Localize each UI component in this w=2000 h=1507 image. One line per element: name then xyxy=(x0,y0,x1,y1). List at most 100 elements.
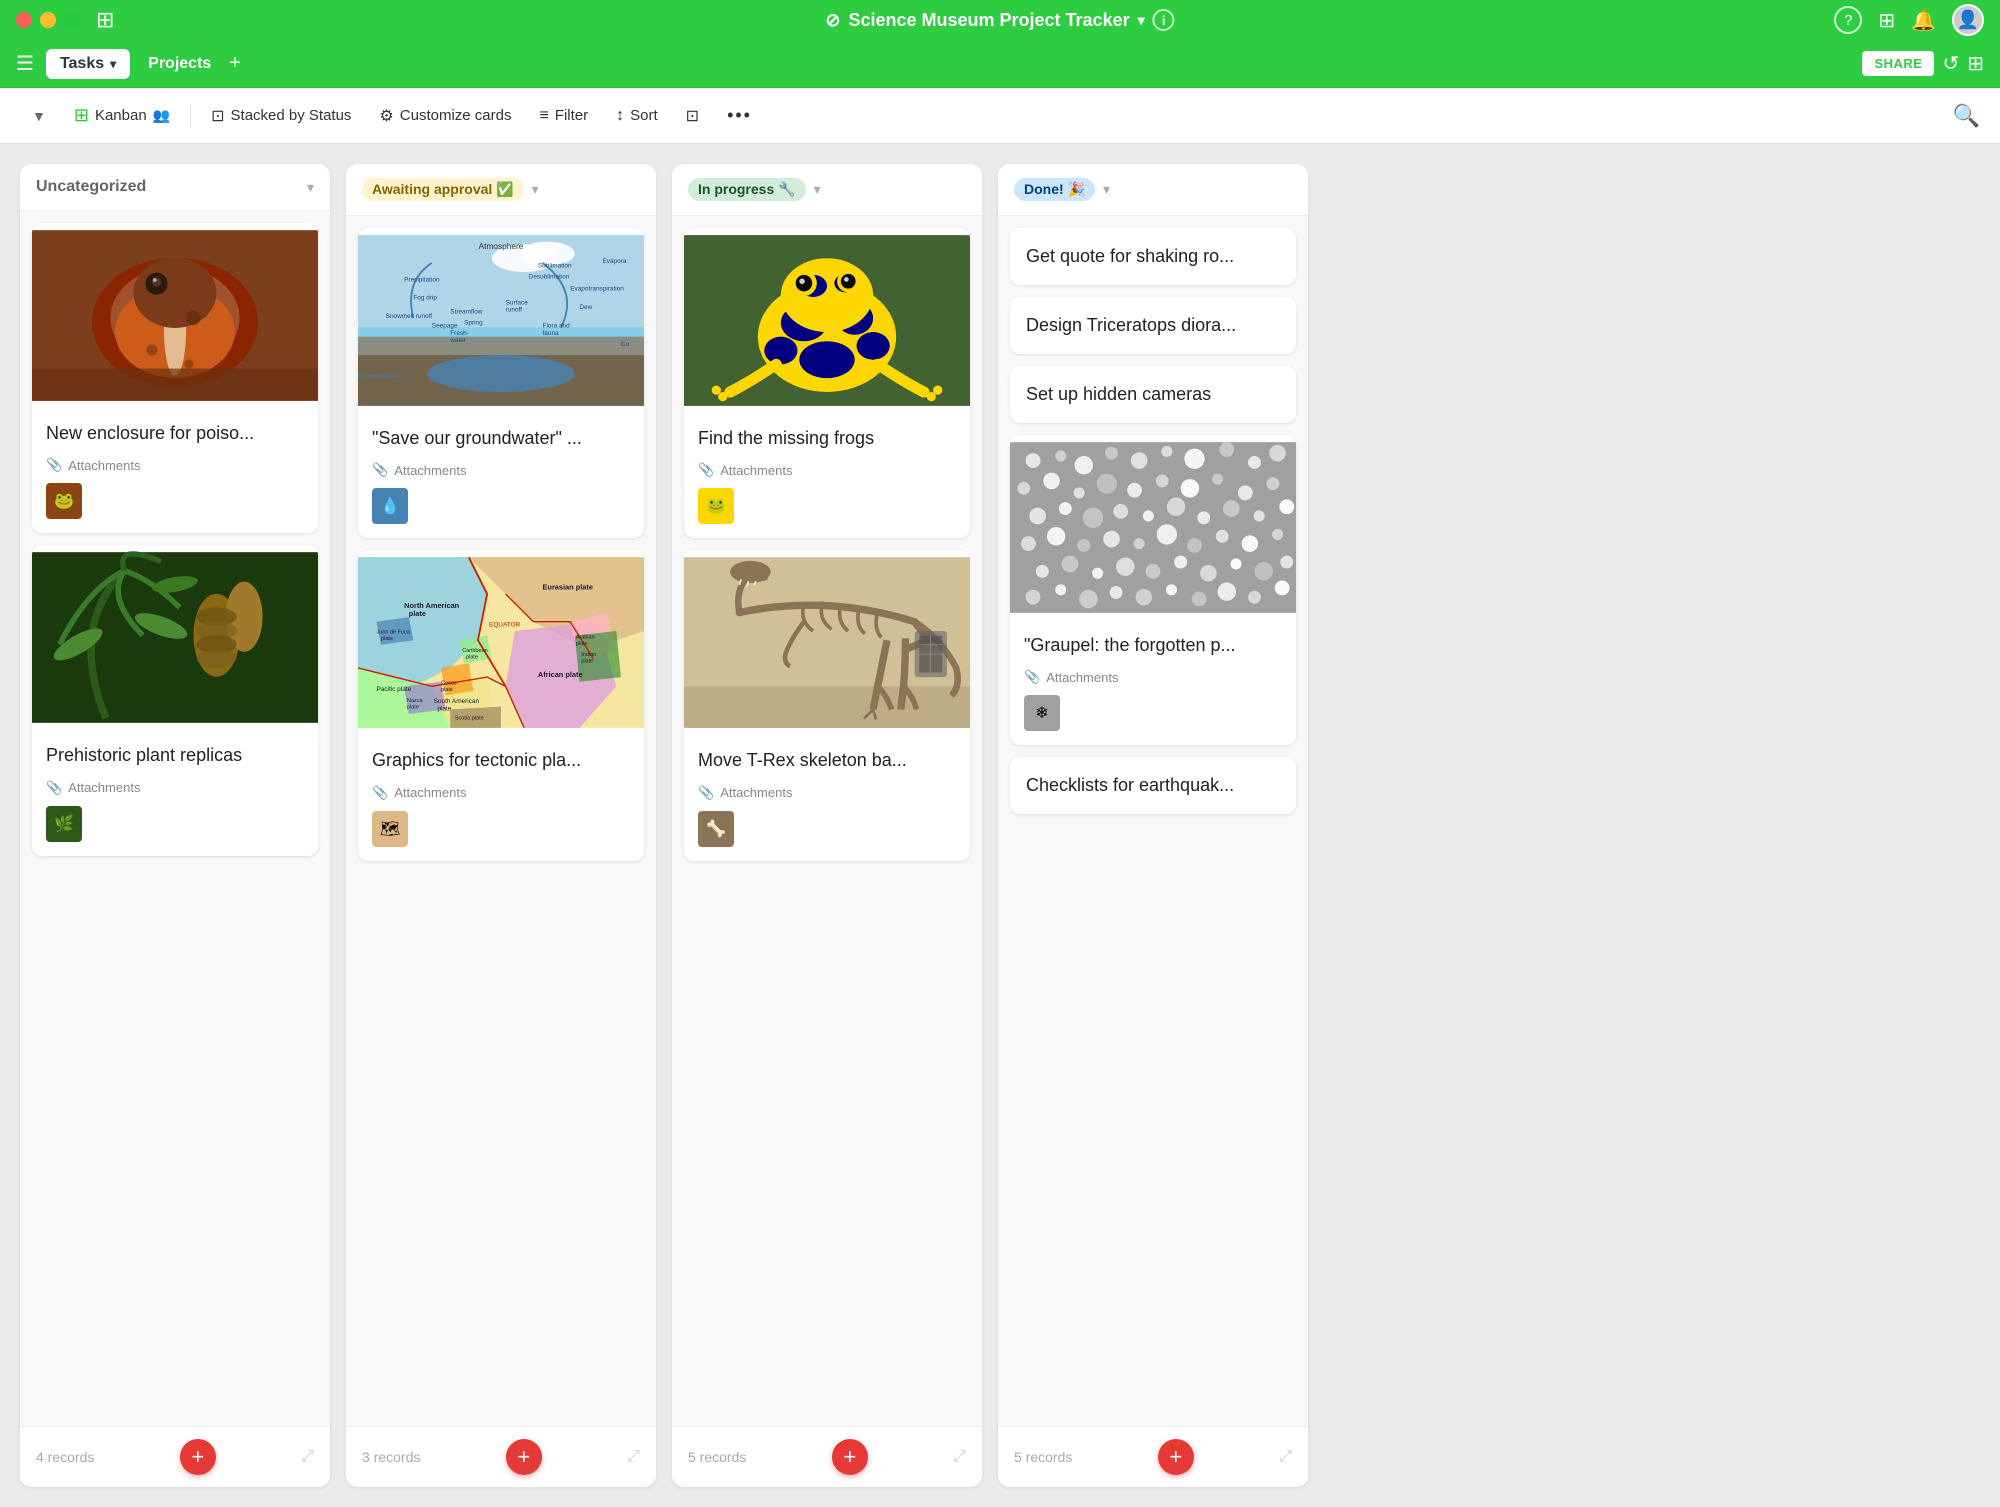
column-header-inprogress: In progress 🔧 ▾ xyxy=(672,164,982,216)
svg-text:Juan de Fuca: Juan de Fuca xyxy=(376,630,410,636)
awaiting-add-button[interactable]: + xyxy=(506,1439,542,1475)
card-shaking-ro[interactable]: Get quote for shaking ro... xyxy=(1010,228,1296,285)
attachment-icon: 📎 xyxy=(46,457,62,473)
attachment-icon-6: 📎 xyxy=(698,785,714,801)
card-new-enclosure[interactable]: New enclosure for poiso... 📎 Attachments… xyxy=(32,223,318,533)
svg-text:Scotia plate: Scotia plate xyxy=(455,716,484,722)
card-save-groundwater[interactable]: Atmosphere Precipitation Fog drip Snowme… xyxy=(358,228,644,538)
title-info-icon[interactable]: i xyxy=(1153,9,1175,31)
card-thumb-graupel: ❄ xyxy=(1024,695,1060,731)
notifications-icon[interactable]: 🔔 xyxy=(1911,8,1936,33)
svg-text:Snowmelt runoff: Snowmelt runoff xyxy=(386,313,433,320)
inprogress-status-badge: In progress 🔧 xyxy=(688,178,806,201)
inprogress-chevron[interactable]: ▾ xyxy=(814,181,821,198)
column-header-uncategorized: Uncategorized ▾ xyxy=(20,164,330,211)
awaiting-cards: Atmosphere Precipitation Fog drip Snowme… xyxy=(346,216,656,1426)
tasks-dropdown-icon[interactable]: ▾ xyxy=(110,57,116,71)
projects-tab[interactable]: Projects xyxy=(134,49,225,79)
card-prehistoric-plants[interactable]: Prehistoric plant replicas 📎 Attachments… xyxy=(32,545,318,855)
uncategorized-records-count: 4 records xyxy=(36,1449,94,1465)
card-thumb-water: 💧 xyxy=(372,488,408,524)
uncategorized-chevron[interactable]: ▾ xyxy=(307,179,314,196)
svg-text:Cocos: Cocos xyxy=(441,681,457,687)
user-avatar[interactable] xyxy=(1952,4,1984,36)
layout-icon[interactable]: ⊞ xyxy=(1967,51,1984,76)
add-tab-button[interactable]: + xyxy=(229,52,241,75)
filter-button[interactable]: ≡ Filter xyxy=(527,101,600,131)
awaiting-chevron[interactable]: ▾ xyxy=(532,181,539,198)
close-button[interactable] xyxy=(16,12,32,28)
svg-text:Atmosphere: Atmosphere xyxy=(479,241,524,251)
card-attachments-trex: 📎 Attachments xyxy=(698,785,956,801)
view-collapse-button[interactable]: ▼ xyxy=(20,102,58,130)
card-graupel[interactable]: "Graupel: the forgotten p... 📎 Attachmen… xyxy=(1010,435,1296,745)
card-trex[interactable]: Move T-Rex skeleton ba... 📎 Attachments … xyxy=(684,550,970,860)
card-attachments-missing-frogs: 📎 Attachments xyxy=(698,462,956,478)
customize-icon: ⚙ xyxy=(379,106,393,126)
done-status-badge: Done! 🎉 xyxy=(1014,178,1095,201)
customize-cards-button[interactable]: ⚙ Customize cards xyxy=(367,100,523,132)
help-icon[interactable]: ? xyxy=(1834,6,1862,34)
card-title-checklists: Checklists for earthquak... xyxy=(1026,775,1280,796)
attachments-label-4: Attachments xyxy=(394,785,466,800)
card-triceratops[interactable]: Design Triceratops diora... xyxy=(1010,297,1296,354)
minimize-button[interactable] xyxy=(40,12,56,28)
stacked-by-status-button[interactable]: ⊡ Stacked by Status xyxy=(199,100,363,132)
card-body-graupel: "Graupel: the forgotten p... 📎 Attachmen… xyxy=(1010,620,1296,745)
uncategorized-add-button[interactable]: + xyxy=(180,1439,216,1475)
apps-grid-icon[interactable]: ⊞ xyxy=(1878,8,1895,33)
kanban-view-button[interactable]: ⊞ Kanban 👥 xyxy=(62,99,182,132)
window-controls xyxy=(16,12,80,28)
svg-text:plate: plate xyxy=(407,705,419,711)
card-checklists[interactable]: Checklists for earthquak... xyxy=(1010,757,1296,814)
search-button[interactable]: 🔍 xyxy=(1953,103,1980,129)
svg-text:plate: plate xyxy=(409,610,426,619)
svg-text:Pacific plate: Pacific plate xyxy=(376,686,411,693)
card-thumb-yellowfrog: 🐸 xyxy=(698,488,734,524)
more-options-button[interactable]: ••• xyxy=(715,99,764,132)
svg-text:EQUATOR: EQUATOR xyxy=(489,622,521,629)
sync-icon[interactable]: ↺ xyxy=(1942,51,1959,76)
card-attachments-tectonic: 📎 Attachments xyxy=(372,785,630,801)
done-chevron[interactable]: ▾ xyxy=(1103,181,1110,198)
attachment-icon-7: 📎 xyxy=(1024,669,1040,685)
maximize-button[interactable] xyxy=(64,12,80,28)
inprogress-add-button[interactable]: + xyxy=(832,1439,868,1475)
svg-text:African plate: African plate xyxy=(538,670,583,679)
done-add-button[interactable]: + xyxy=(1158,1439,1194,1475)
sort-button[interactable]: ↕ Sort xyxy=(604,101,670,131)
awaiting-status-badge: Awaiting approval ✅ xyxy=(362,178,524,201)
card-thumb-frog: 🐸 xyxy=(46,483,82,519)
external-link-button[interactable]: ⊡ xyxy=(674,100,711,132)
title-dropdown-icon[interactable]: ▾ xyxy=(1138,12,1145,29)
card-title-graupel: "Graupel: the forgotten p... xyxy=(1024,634,1282,657)
kanban-icon: ⊞ xyxy=(74,105,89,126)
column-header-done: Done! 🎉 ▾ xyxy=(998,164,1308,216)
hamburger-menu-icon[interactable]: ☰ xyxy=(16,51,34,76)
card-attachments-groundwater: 📎 Attachments xyxy=(372,462,630,478)
done-expand-icon[interactable]: ⤢ xyxy=(1279,1448,1292,1466)
inprogress-expand-icon[interactable]: ⤢ xyxy=(953,1448,966,1466)
uncategorized-expand-icon[interactable]: ⤢ xyxy=(301,1448,314,1466)
card-title-trex: Move T-Rex skeleton ba... xyxy=(698,749,956,772)
svg-text:Streamflow: Streamflow xyxy=(450,309,483,316)
card-missing-frogs[interactable]: Find the missing frogs 📎 Attachments 🐸 xyxy=(684,228,970,538)
kanban-label: Kanban xyxy=(95,107,147,124)
card-title-new-enclosure: New enclosure for poiso... xyxy=(46,422,304,445)
card-tectonic-image: North American plate Eurasian plate Afri… xyxy=(358,550,644,735)
card-hidden-cameras[interactable]: Set up hidden cameras xyxy=(1010,366,1296,423)
tasks-tab-label: Tasks xyxy=(60,55,104,73)
stacked-icon: ⊡ xyxy=(211,106,224,126)
card-tectonic[interactable]: North American plate Eurasian plate Afri… xyxy=(358,550,644,860)
customize-label: Customize cards xyxy=(400,107,512,124)
share-button[interactable]: SHARE xyxy=(1862,51,1934,76)
title-bar: ⊞ ⊘ Science Museum Project Tracker ▾ i ?… xyxy=(0,0,2000,40)
awaiting-expand-icon[interactable]: ⤢ xyxy=(627,1448,640,1466)
app-logo-icon: ⊞ xyxy=(96,7,114,32)
stacked-label: Stacked by Status xyxy=(231,107,352,124)
tasks-tab[interactable]: Tasks ▾ xyxy=(46,49,130,79)
card-body-groundwater: "Save our groundwater" ... 📎 Attachments… xyxy=(358,413,644,538)
card-trex-image xyxy=(684,550,970,735)
done-footer: 5 records + ⤢ xyxy=(998,1426,1308,1487)
svg-text:plate: plate xyxy=(576,641,588,647)
